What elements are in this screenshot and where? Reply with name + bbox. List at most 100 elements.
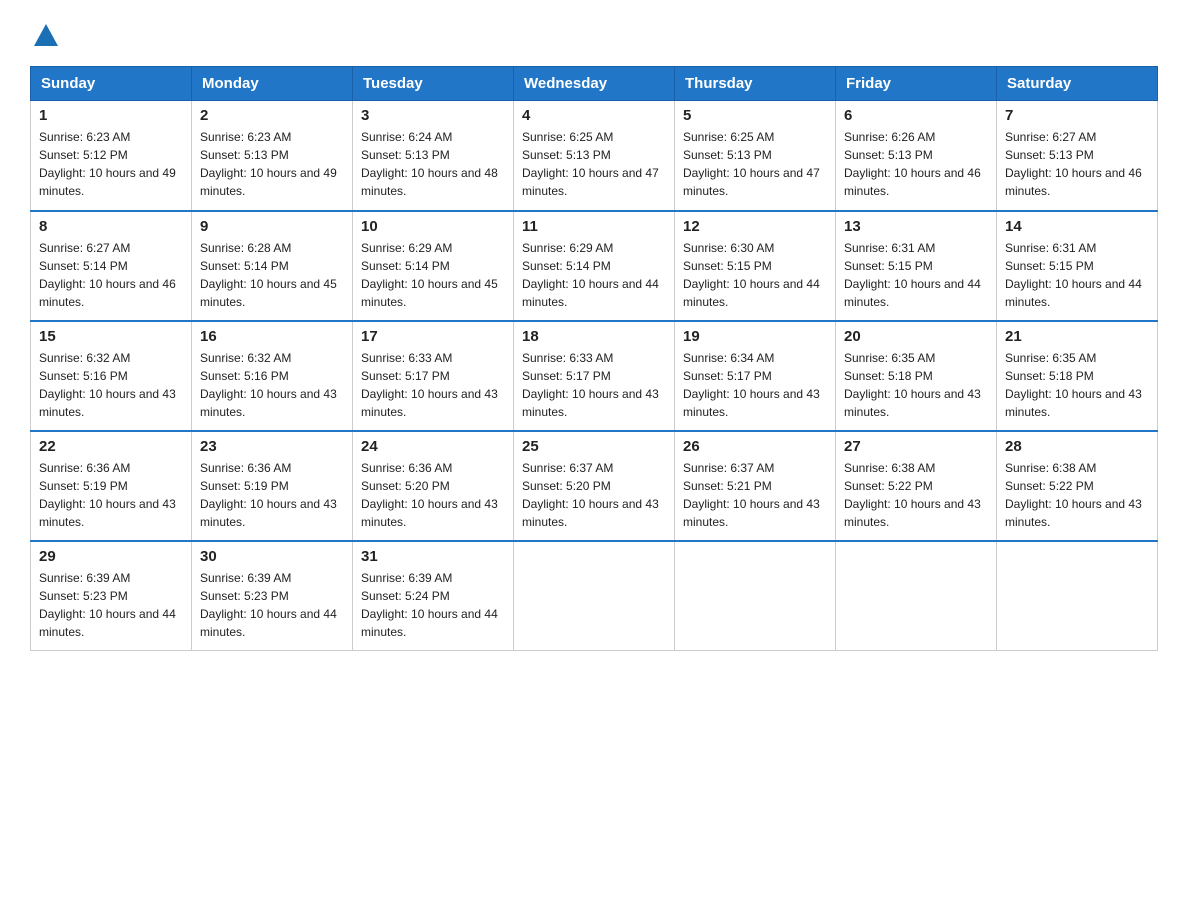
day-info: Sunrise: 6:36 AM Sunset: 5:20 PM Dayligh… [361, 459, 505, 531]
day-info: Sunrise: 6:35 AM Sunset: 5:18 PM Dayligh… [844, 349, 988, 421]
day-info: Sunrise: 6:33 AM Sunset: 5:17 PM Dayligh… [361, 349, 505, 421]
day-info: Sunrise: 6:39 AM Sunset: 5:23 PM Dayligh… [39, 569, 183, 641]
calendar-table: SundayMondayTuesdayWednesdayThursdayFrid… [30, 66, 1158, 651]
calendar-cell: 4 Sunrise: 6:25 AM Sunset: 5:13 PM Dayli… [514, 101, 675, 211]
day-info: Sunrise: 6:24 AM Sunset: 5:13 PM Dayligh… [361, 128, 505, 200]
calendar-cell: 28 Sunrise: 6:38 AM Sunset: 5:22 PM Dayl… [997, 431, 1158, 541]
calendar-day-header: Thursday [675, 67, 836, 101]
day-number: 15 [39, 328, 183, 345]
day-info: Sunrise: 6:37 AM Sunset: 5:20 PM Dayligh… [522, 459, 666, 531]
day-number: 28 [1005, 438, 1149, 455]
calendar-cell: 30 Sunrise: 6:39 AM Sunset: 5:23 PM Dayl… [192, 541, 353, 651]
calendar-cell: 12 Sunrise: 6:30 AM Sunset: 5:15 PM Dayl… [675, 211, 836, 321]
day-info: Sunrise: 6:27 AM Sunset: 5:14 PM Dayligh… [39, 239, 183, 311]
day-info: Sunrise: 6:30 AM Sunset: 5:15 PM Dayligh… [683, 239, 827, 311]
day-info: Sunrise: 6:25 AM Sunset: 5:13 PM Dayligh… [522, 128, 666, 200]
calendar-cell: 18 Sunrise: 6:33 AM Sunset: 5:17 PM Dayl… [514, 321, 675, 431]
calendar-cell: 13 Sunrise: 6:31 AM Sunset: 5:15 PM Dayl… [836, 211, 997, 321]
logo [30, 20, 60, 48]
calendar-day-header: Friday [836, 67, 997, 101]
calendar-cell: 19 Sunrise: 6:34 AM Sunset: 5:17 PM Dayl… [675, 321, 836, 431]
day-number: 9 [200, 218, 344, 235]
day-info: Sunrise: 6:31 AM Sunset: 5:15 PM Dayligh… [844, 239, 988, 311]
day-info: Sunrise: 6:25 AM Sunset: 5:13 PM Dayligh… [683, 128, 827, 200]
logo-icon [32, 20, 60, 48]
calendar-cell: 15 Sunrise: 6:32 AM Sunset: 5:16 PM Dayl… [31, 321, 192, 431]
calendar-cell: 16 Sunrise: 6:32 AM Sunset: 5:16 PM Dayl… [192, 321, 353, 431]
day-number: 27 [844, 438, 988, 455]
calendar-cell: 27 Sunrise: 6:38 AM Sunset: 5:22 PM Dayl… [836, 431, 997, 541]
day-info: Sunrise: 6:37 AM Sunset: 5:21 PM Dayligh… [683, 459, 827, 531]
calendar-cell: 8 Sunrise: 6:27 AM Sunset: 5:14 PM Dayli… [31, 211, 192, 321]
day-number: 31 [361, 548, 505, 565]
day-number: 21 [1005, 328, 1149, 345]
calendar-cell: 17 Sunrise: 6:33 AM Sunset: 5:17 PM Dayl… [353, 321, 514, 431]
day-number: 14 [1005, 218, 1149, 235]
day-number: 26 [683, 438, 827, 455]
day-info: Sunrise: 6:23 AM Sunset: 5:13 PM Dayligh… [200, 128, 344, 200]
day-number: 16 [200, 328, 344, 345]
day-info: Sunrise: 6:36 AM Sunset: 5:19 PM Dayligh… [200, 459, 344, 531]
day-number: 4 [522, 107, 666, 124]
calendar-week-row: 15 Sunrise: 6:32 AM Sunset: 5:16 PM Dayl… [31, 321, 1158, 431]
calendar-cell: 26 Sunrise: 6:37 AM Sunset: 5:21 PM Dayl… [675, 431, 836, 541]
day-info: Sunrise: 6:39 AM Sunset: 5:23 PM Dayligh… [200, 569, 344, 641]
calendar-cell [675, 541, 836, 651]
calendar-cell: 29 Sunrise: 6:39 AM Sunset: 5:23 PM Dayl… [31, 541, 192, 651]
calendar-cell [836, 541, 997, 651]
day-info: Sunrise: 6:31 AM Sunset: 5:15 PM Dayligh… [1005, 239, 1149, 311]
calendar-cell: 23 Sunrise: 6:36 AM Sunset: 5:19 PM Dayl… [192, 431, 353, 541]
calendar-day-header: Tuesday [353, 67, 514, 101]
calendar-cell: 25 Sunrise: 6:37 AM Sunset: 5:20 PM Dayl… [514, 431, 675, 541]
calendar-week-row: 29 Sunrise: 6:39 AM Sunset: 5:23 PM Dayl… [31, 541, 1158, 651]
calendar-cell: 31 Sunrise: 6:39 AM Sunset: 5:24 PM Dayl… [353, 541, 514, 651]
day-number: 23 [200, 438, 344, 455]
day-number: 7 [1005, 107, 1149, 124]
day-info: Sunrise: 6:34 AM Sunset: 5:17 PM Dayligh… [683, 349, 827, 421]
day-number: 17 [361, 328, 505, 345]
calendar-cell: 5 Sunrise: 6:25 AM Sunset: 5:13 PM Dayli… [675, 101, 836, 211]
day-number: 8 [39, 218, 183, 235]
day-info: Sunrise: 6:23 AM Sunset: 5:12 PM Dayligh… [39, 128, 183, 200]
day-info: Sunrise: 6:27 AM Sunset: 5:13 PM Dayligh… [1005, 128, 1149, 200]
calendar-day-header: Monday [192, 67, 353, 101]
calendar-cell [997, 541, 1158, 651]
day-number: 24 [361, 438, 505, 455]
day-number: 1 [39, 107, 183, 124]
calendar-day-header: Saturday [997, 67, 1158, 101]
day-info: Sunrise: 6:38 AM Sunset: 5:22 PM Dayligh… [1005, 459, 1149, 531]
day-number: 22 [39, 438, 183, 455]
calendar-week-row: 22 Sunrise: 6:36 AM Sunset: 5:19 PM Dayl… [31, 431, 1158, 541]
day-info: Sunrise: 6:35 AM Sunset: 5:18 PM Dayligh… [1005, 349, 1149, 421]
day-number: 2 [200, 107, 344, 124]
calendar-cell: 2 Sunrise: 6:23 AM Sunset: 5:13 PM Dayli… [192, 101, 353, 211]
day-number: 12 [683, 218, 827, 235]
calendar-week-row: 1 Sunrise: 6:23 AM Sunset: 5:12 PM Dayli… [31, 101, 1158, 211]
calendar-cell: 24 Sunrise: 6:36 AM Sunset: 5:20 PM Dayl… [353, 431, 514, 541]
calendar-cell: 7 Sunrise: 6:27 AM Sunset: 5:13 PM Dayli… [997, 101, 1158, 211]
day-info: Sunrise: 6:26 AM Sunset: 5:13 PM Dayligh… [844, 128, 988, 200]
day-number: 29 [39, 548, 183, 565]
day-info: Sunrise: 6:32 AM Sunset: 5:16 PM Dayligh… [200, 349, 344, 421]
day-info: Sunrise: 6:38 AM Sunset: 5:22 PM Dayligh… [844, 459, 988, 531]
day-number: 3 [361, 107, 505, 124]
day-number: 25 [522, 438, 666, 455]
day-info: Sunrise: 6:32 AM Sunset: 5:16 PM Dayligh… [39, 349, 183, 421]
day-info: Sunrise: 6:39 AM Sunset: 5:24 PM Dayligh… [361, 569, 505, 641]
calendar-cell: 20 Sunrise: 6:35 AM Sunset: 5:18 PM Dayl… [836, 321, 997, 431]
calendar-cell: 3 Sunrise: 6:24 AM Sunset: 5:13 PM Dayli… [353, 101, 514, 211]
day-number: 10 [361, 218, 505, 235]
calendar-day-header: Sunday [31, 67, 192, 101]
calendar-cell: 21 Sunrise: 6:35 AM Sunset: 5:18 PM Dayl… [997, 321, 1158, 431]
page-header [30, 20, 1158, 48]
calendar-cell: 11 Sunrise: 6:29 AM Sunset: 5:14 PM Dayl… [514, 211, 675, 321]
day-number: 30 [200, 548, 344, 565]
day-number: 11 [522, 218, 666, 235]
day-info: Sunrise: 6:29 AM Sunset: 5:14 PM Dayligh… [522, 239, 666, 311]
calendar-cell: 14 Sunrise: 6:31 AM Sunset: 5:15 PM Dayl… [997, 211, 1158, 321]
day-number: 6 [844, 107, 988, 124]
calendar-day-header: Wednesday [514, 67, 675, 101]
calendar-cell: 6 Sunrise: 6:26 AM Sunset: 5:13 PM Dayli… [836, 101, 997, 211]
day-number: 20 [844, 328, 988, 345]
calendar-week-row: 8 Sunrise: 6:27 AM Sunset: 5:14 PM Dayli… [31, 211, 1158, 321]
